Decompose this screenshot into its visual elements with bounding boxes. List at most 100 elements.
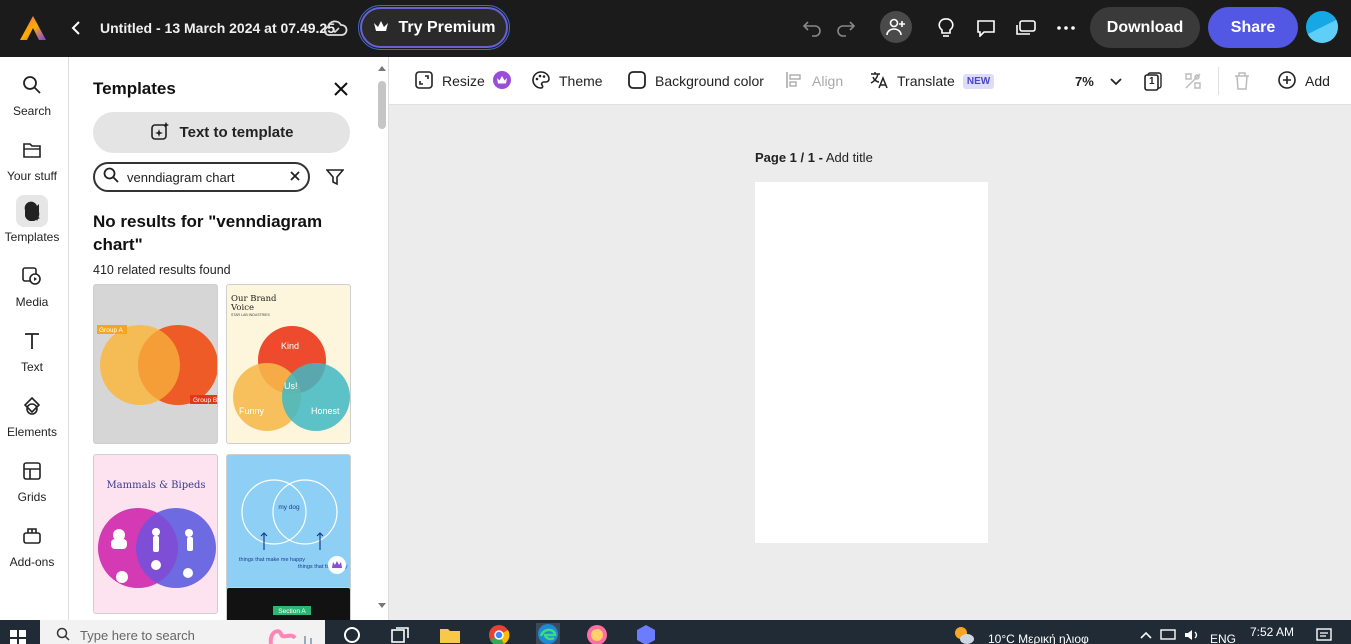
editor-toolbar: Resize Theme Background color Align Tran… — [389, 57, 1351, 105]
rail-label: Media — [15, 295, 49, 309]
rail-item-grids[interactable]: Grids — [0, 455, 64, 513]
task-view-icon[interactable] — [388, 623, 412, 644]
file-explorer-icon[interactable] — [438, 623, 462, 644]
lightbulb-icon[interactable] — [934, 15, 958, 41]
template-card-brand-voice[interactable]: Our Brand Voice STAR LAB INDUSTRIES Kind… — [226, 284, 351, 444]
redo-icon[interactable] — [834, 15, 858, 41]
rail-item-templates[interactable]: Templates — [0, 195, 64, 253]
search-icon — [56, 627, 70, 644]
rail-item-search[interactable]: Search — [0, 69, 64, 127]
try-premium-button[interactable]: Try Premium — [358, 5, 510, 50]
align-button[interactable]: Align — [784, 57, 843, 105]
panel-title: Templates — [93, 79, 176, 98]
undo-icon[interactable] — [800, 15, 824, 41]
rail-item-your-stuff[interactable]: Your stuff — [0, 134, 64, 192]
design-page[interactable] — [755, 182, 988, 543]
palette-icon — [531, 70, 551, 93]
rail-item-add-ons[interactable]: Add-ons — [0, 520, 64, 578]
template-card-mammals-bipeds[interactable]: Mammals & Bipeds — [93, 454, 218, 614]
notification-icon[interactable] — [1312, 623, 1336, 644]
addons-icon — [16, 520, 48, 552]
present-icon[interactable] — [1014, 15, 1038, 41]
zoom-select[interactable]: 7% — [1075, 57, 1122, 105]
theme-button[interactable]: Theme — [531, 57, 603, 105]
canvas-area: Page 1 / 1 - Add title — [389, 105, 1351, 620]
toolbar-divider — [1218, 67, 1219, 95]
network-icon[interactable] — [1156, 623, 1180, 644]
rail-label: Elements — [6, 425, 58, 439]
rail-label: Your stuff — [6, 169, 58, 183]
back-chevron-icon[interactable] — [64, 16, 88, 40]
taskbar-search-field[interactable]: Type here to search — [40, 620, 325, 644]
rail-label: Text — [20, 360, 43, 374]
comment-icon[interactable] — [974, 15, 998, 41]
template-card-venn-group[interactable]: Group A Group B — [93, 284, 218, 444]
share-button[interactable]: Share — [1208, 7, 1298, 48]
add-title-field[interactable]: Add title — [826, 150, 873, 165]
page-count: 1 — [1149, 76, 1155, 87]
background-color-label: Background color — [655, 73, 764, 89]
zoom-value: 7% — [1075, 73, 1094, 89]
page-label: Page 1 / 1 - Add title — [755, 150, 873, 165]
more-options-icon[interactable] — [1054, 15, 1078, 41]
language-indicator[interactable]: ENG — [1210, 632, 1236, 644]
document-title[interactable]: Untitled - 13 March 2024 at 07.49.25 — [100, 18, 335, 38]
adobe-express-logo[interactable] — [18, 14, 48, 42]
rail-item-elements[interactable]: Elements — [0, 390, 64, 448]
clock-time[interactable]: 7:52 AM — [1250, 625, 1294, 639]
brand-subtitle: STAR LAB INDUSTRIES — [231, 313, 270, 317]
app-icon[interactable] — [634, 623, 658, 644]
pages-button[interactable]: 1 — [1143, 57, 1163, 105]
try-premium-label: Try Premium — [398, 18, 496, 36]
panel-scroll-thumb[interactable] — [378, 81, 386, 129]
text-to-template-label: Text to template — [179, 124, 294, 141]
translate-label: Translate — [897, 73, 955, 89]
rail-item-media[interactable]: Media — [0, 260, 64, 318]
user-avatar[interactable] — [1306, 11, 1338, 43]
layers-icon[interactable] — [1183, 57, 1203, 105]
translate-icon — [869, 70, 889, 93]
invite-user-button[interactable] — [880, 11, 912, 43]
chrome-icon[interactable] — [487, 623, 511, 644]
delete-page-icon[interactable] — [1233, 57, 1251, 105]
add-icon — [1277, 70, 1297, 93]
section-a-label: Section A — [278, 608, 306, 615]
crown-icon — [373, 19, 389, 37]
top-bar: Untitled - 13 March 2024 at 07.49.25 Try… — [0, 0, 1351, 57]
cloud-sync-icon[interactable] — [322, 15, 350, 41]
volume-icon[interactable] — [1180, 623, 1204, 644]
edge-icon[interactable] — [536, 623, 560, 644]
rail-label: Add-ons — [9, 555, 55, 569]
clear-search-icon[interactable] — [290, 168, 300, 186]
windows-start-icon[interactable] — [6, 626, 30, 644]
background-color-button[interactable]: Background color — [627, 57, 764, 105]
download-button[interactable]: Download — [1090, 7, 1200, 48]
text-to-template-button[interactable]: Text to template — [93, 112, 350, 153]
panel-scrollbar[interactable] — [375, 61, 388, 613]
folder-icon — [16, 134, 48, 166]
background-swatch-icon — [627, 70, 647, 93]
elements-icon — [16, 390, 48, 422]
add-page-button[interactable]: Add — [1277, 57, 1330, 105]
circle-honest: Honest — [311, 406, 340, 416]
filter-icon[interactable] — [323, 165, 347, 189]
windows-taskbar: Type here to search 10°C Μερική ηλιοφ EN… — [0, 620, 1351, 644]
flamingo-decoration-icon — [265, 622, 315, 644]
group-b-label: Group B — [193, 397, 217, 404]
my-dog-label: my dog — [278, 504, 300, 511]
template-search-input[interactable] — [127, 169, 277, 185]
paint-icon[interactable] — [585, 623, 609, 644]
rail-item-text[interactable]: Text — [0, 325, 64, 383]
chevron-up-icon[interactable] — [1134, 623, 1158, 644]
template-card-section[interactable]: Section A — [226, 587, 351, 620]
left-rail: Search Your stuff Templates Media Text E… — [0, 57, 69, 620]
rail-label: Grids — [17, 490, 47, 504]
translate-button[interactable]: Translate NEW — [869, 57, 995, 105]
template-search-field[interactable] — [93, 162, 310, 192]
close-icon[interactable] — [329, 77, 353, 101]
group-a-label: Group A — [99, 327, 124, 334]
text-icon — [16, 325, 48, 357]
weather-text[interactable]: 10°C Μερική ηλιοφ — [988, 632, 1089, 644]
resize-button[interactable]: Resize — [414, 57, 511, 105]
cortana-icon[interactable] — [340, 623, 364, 644]
